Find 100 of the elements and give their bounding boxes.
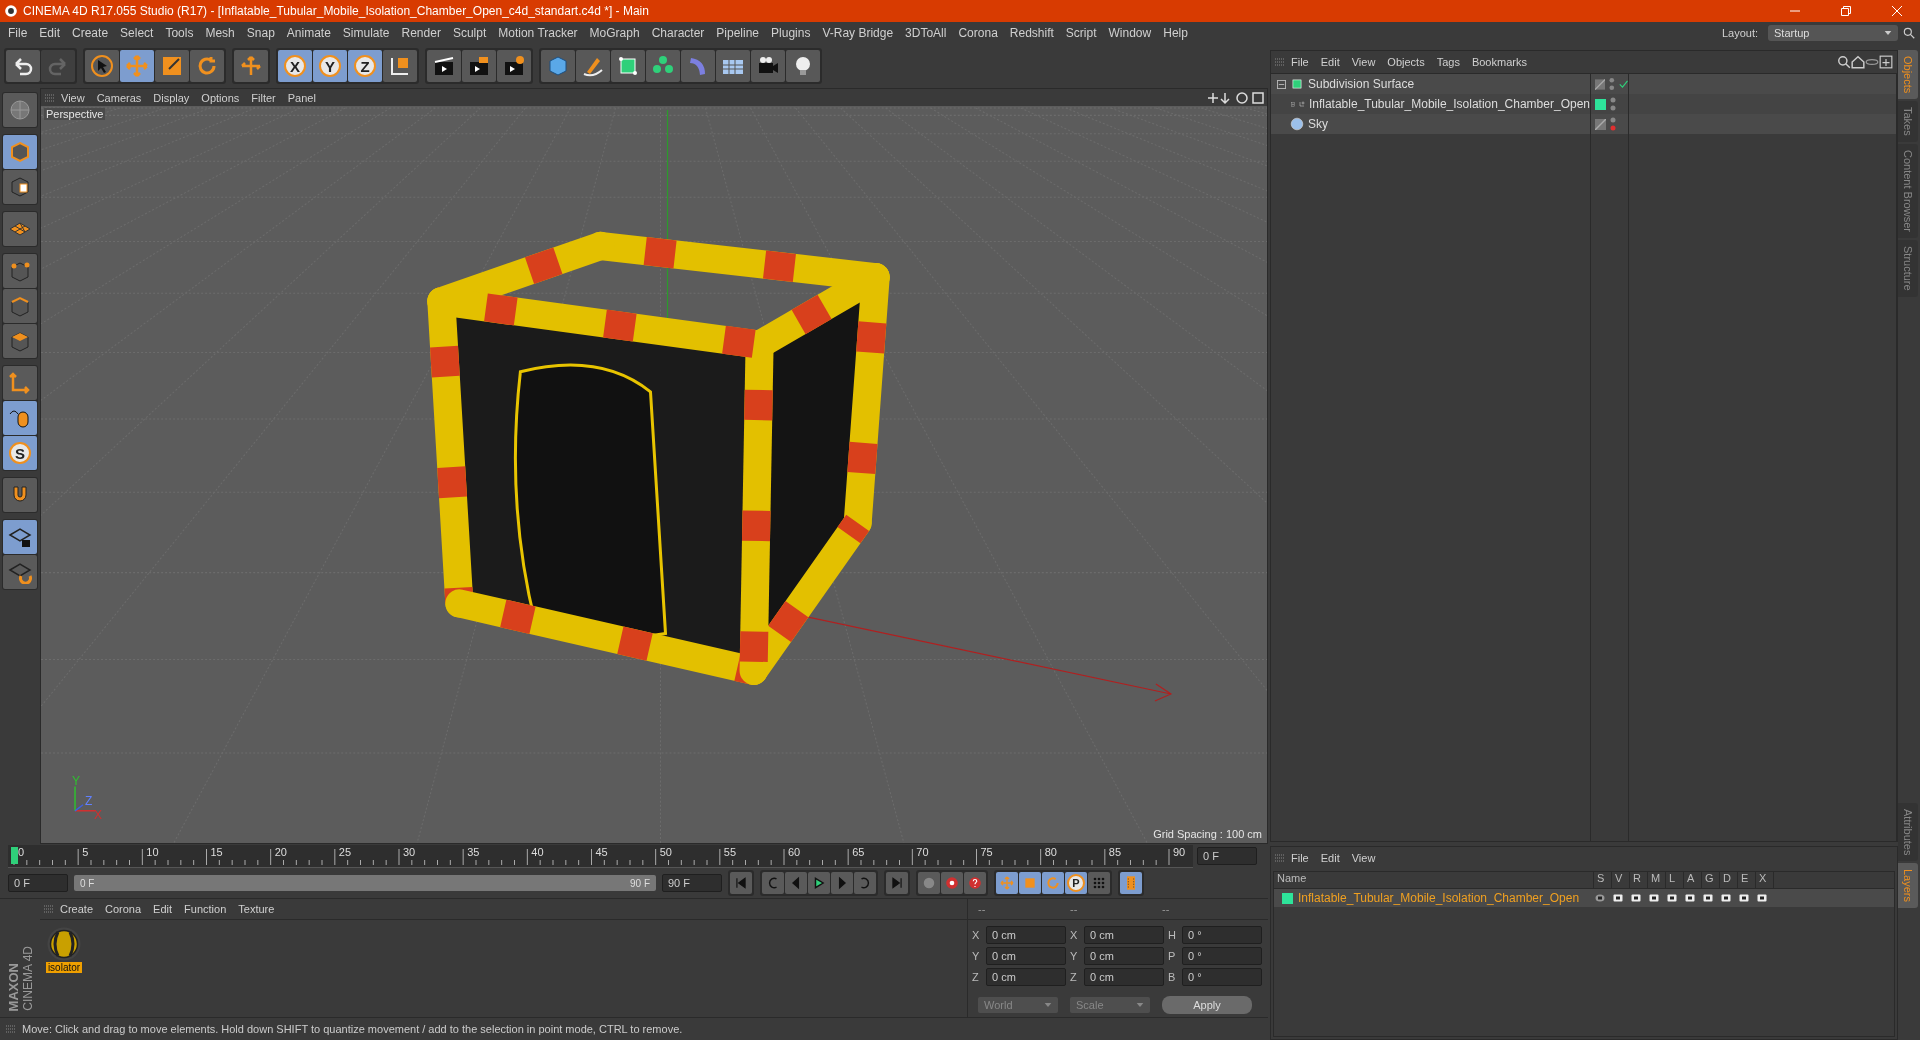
column-header[interactable]: X xyxy=(1756,872,1774,888)
menu-item[interactable]: 3DToAll xyxy=(899,26,953,40)
menu-item[interactable]: MoGraph xyxy=(583,26,646,40)
menu-item[interactable]: Render xyxy=(395,26,447,40)
material-name[interactable]: isolator xyxy=(45,962,83,973)
key-tool-button[interactable] xyxy=(1088,872,1110,894)
position-field[interactable]: 0 cm xyxy=(986,968,1066,986)
toolbar-button[interactable] xyxy=(6,50,40,82)
menu-item[interactable]: Motion Tracker xyxy=(492,26,584,40)
menu-item[interactable]: V-Ray Bridge xyxy=(816,26,900,40)
column-header[interactable]: E xyxy=(1738,872,1756,888)
column-header[interactable]: A xyxy=(1684,872,1702,888)
column-header[interactable]: V xyxy=(1612,872,1630,888)
size-field[interactable]: 0 cm xyxy=(1084,947,1164,965)
object-menu-item[interactable]: Bookmarks xyxy=(1465,56,1533,68)
rotation-field[interactable]: 0 ° xyxy=(1182,926,1262,944)
column-header[interactable]: R xyxy=(1630,872,1648,888)
menu-item[interactable]: Plugins xyxy=(765,26,817,40)
viewport-menu-item[interactable]: Display xyxy=(147,91,196,104)
menu-item[interactable]: Animate xyxy=(280,26,337,40)
column-header[interactable]: L xyxy=(1666,872,1684,888)
menu-item[interactable]: Create xyxy=(66,26,115,40)
rotation-field[interactable]: 0 ° xyxy=(1182,947,1262,965)
object-menu-item[interactable]: Tags xyxy=(1430,56,1466,68)
toolbar-button[interactable] xyxy=(497,50,531,82)
playhead[interactable] xyxy=(11,846,18,864)
axis-lock-button[interactable]: Y xyxy=(313,50,347,82)
menu-item[interactable]: Script xyxy=(1059,26,1103,40)
viewport-menu-item[interactable]: Filter xyxy=(245,91,282,104)
column-header[interactable]: Name xyxy=(1274,872,1594,888)
layer-color-swatch[interactable] xyxy=(1595,98,1606,110)
menu-item[interactable]: Tools xyxy=(159,26,200,40)
side-tab[interactable]: Structure xyxy=(1898,240,1918,297)
size-field[interactable]: 0 cm xyxy=(1084,968,1164,986)
viewport-menu-item[interactable]: Options xyxy=(195,91,246,104)
side-tab[interactable]: Takes xyxy=(1898,101,1918,143)
menu-item[interactable]: Sculpt xyxy=(446,26,493,40)
mode-tool-button[interactable] xyxy=(3,170,37,204)
column-header[interactable]: S xyxy=(1594,872,1612,888)
menu-item[interactable]: Help xyxy=(1157,26,1194,40)
material-menu-item[interactable]: Create xyxy=(54,903,100,915)
layer-menu-item[interactable]: Edit xyxy=(1314,852,1346,864)
object-menu-item[interactable]: View xyxy=(1345,56,1382,68)
menu-item[interactable]: Character xyxy=(645,26,711,40)
side-tab[interactable]: Content Browser xyxy=(1898,144,1918,238)
material-menu-item[interactable]: Edit xyxy=(147,903,179,915)
timeline-ruler[interactable]: 0 5 10 15 20 25 30 35 40 45 50 55 60 65 70 75 80 85 90 xyxy=(8,844,1193,868)
layer-color-swatch[interactable] xyxy=(1282,892,1293,904)
toolbar-button[interactable] xyxy=(427,50,461,82)
toolbar-button[interactable] xyxy=(751,50,785,82)
viewport-menu-item[interactable]: View xyxy=(55,91,91,104)
layer-toggle-icon xyxy=(1612,892,1624,904)
menu-item[interactable]: Redshift xyxy=(1003,26,1060,40)
mode-tool-button[interactable] xyxy=(3,520,37,554)
layer-menu-item[interactable]: File xyxy=(1285,852,1315,864)
menu-item[interactable]: Window xyxy=(1102,26,1158,40)
menu-item[interactable]: Select xyxy=(114,26,160,40)
start-frame-field[interactable]: 0 F xyxy=(8,874,68,892)
snap-button[interactable]: S xyxy=(3,436,37,470)
position-field[interactable]: 0 cm xyxy=(986,947,1066,965)
menu-item[interactable]: File xyxy=(2,26,34,40)
toolbar-button[interactable] xyxy=(462,50,496,82)
menu-item[interactable]: Snap xyxy=(240,26,281,40)
rotation-field[interactable]: 0 ° xyxy=(1182,968,1262,986)
layer-menu-item[interactable]: View xyxy=(1345,852,1382,864)
record-button[interactable] xyxy=(941,872,963,894)
playback-button[interactable] xyxy=(808,872,830,894)
material-menu-item[interactable]: Function xyxy=(178,903,233,915)
apply-button[interactable]: Apply xyxy=(1162,996,1252,1014)
object-menu-item[interactable]: File xyxy=(1285,56,1315,68)
toolbar-button[interactable] xyxy=(383,50,417,82)
sky-sphere-icon xyxy=(1290,117,1304,131)
mode-tool-button[interactable] xyxy=(3,555,37,589)
position-field[interactable]: 0 cm xyxy=(986,926,1066,944)
material-menu-item[interactable]: Texture xyxy=(232,903,281,915)
object-menu-item[interactable]: Objects xyxy=(1381,56,1431,68)
object-menu-item[interactable]: Edit xyxy=(1314,56,1346,68)
help-button[interactable] xyxy=(964,872,986,894)
material-menu-item[interactable]: Corona xyxy=(99,903,148,915)
size-field[interactable]: 0 cm xyxy=(1084,926,1164,944)
object-name[interactable]: Sky xyxy=(1308,117,1328,131)
column-header[interactable]: M xyxy=(1648,872,1666,888)
axis-lock-button[interactable]: X xyxy=(278,50,312,82)
key-tool-button[interactable]: P xyxy=(1065,872,1087,894)
menu-item[interactable]: Pipeline xyxy=(710,26,766,40)
side-tab[interactable]: Attributes xyxy=(1898,802,1918,861)
current-frame-field[interactable]: 0 F xyxy=(1197,847,1257,865)
toolbar-button[interactable] xyxy=(786,50,820,82)
column-header[interactable]: D xyxy=(1720,872,1738,888)
viewport-menu-item[interactable]: Cameras xyxy=(90,91,148,104)
menu-item[interactable]: Corona xyxy=(952,26,1004,40)
layout-dropdown[interactable]: Startup xyxy=(1768,25,1898,41)
viewport-menu-item[interactable]: Panel xyxy=(281,91,322,104)
toolbar-button[interactable] xyxy=(85,50,119,82)
axis-lock-button[interactable]: Z xyxy=(348,50,382,82)
menu-item[interactable]: Simulate xyxy=(336,26,396,40)
column-header[interactable]: G xyxy=(1702,872,1720,888)
end-frame-field[interactable]: 90 F xyxy=(662,874,722,892)
menu-item[interactable]: Mesh xyxy=(199,26,241,40)
menu-item[interactable]: Edit xyxy=(33,26,67,40)
